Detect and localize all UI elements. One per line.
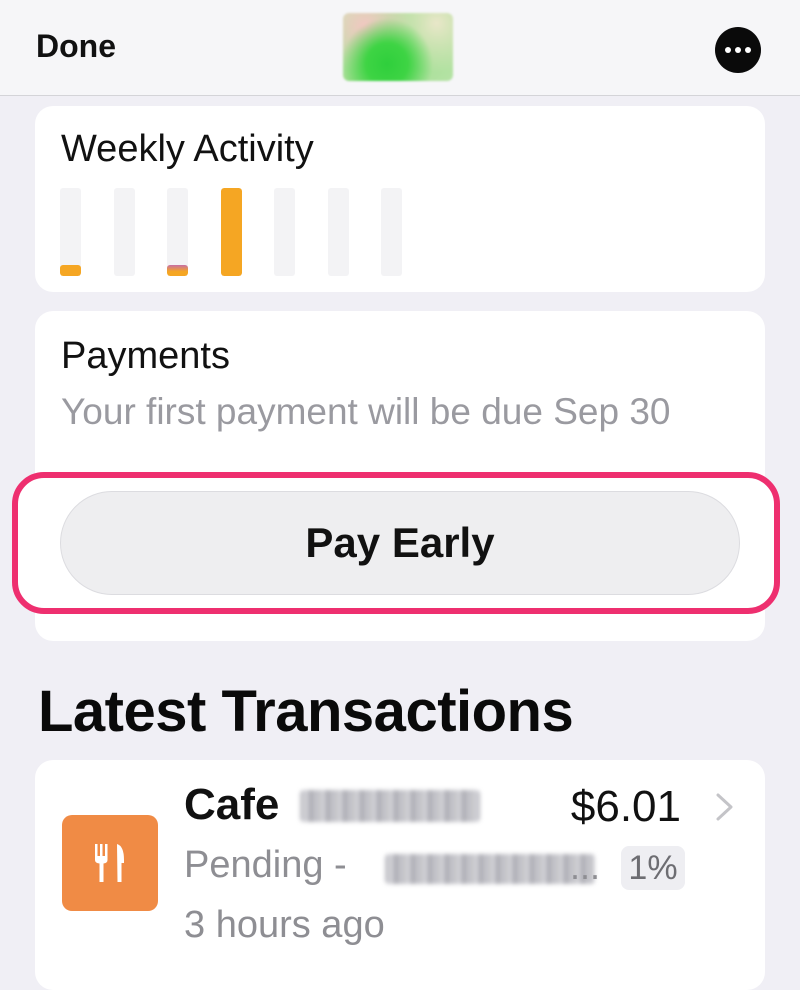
- fork-knife-icon: [62, 815, 158, 911]
- activity-bar-fill: [220, 188, 242, 276]
- weekly-activity-card[interactable]: Weekly Activity: [35, 106, 765, 292]
- more-dot-icon: [745, 47, 751, 53]
- activity-day-bar: [167, 188, 188, 276]
- payments-title: Payments: [61, 335, 230, 377]
- weekly-activity-title: Weekly Activity: [61, 128, 314, 170]
- payments-due-text: Your first payment will be due Sep 30: [61, 391, 671, 432]
- activity-bar-fill: [167, 265, 188, 276]
- redacted-location: [385, 854, 595, 884]
- more-options-button[interactable]: [715, 27, 761, 73]
- activity-day-bar: [60, 188, 81, 276]
- activity-day-bar: [274, 188, 295, 276]
- activity-day-bar: [220, 188, 242, 276]
- activity-day-bar: [381, 188, 402, 276]
- chevron-right-icon: [716, 793, 733, 821]
- activity-day-bar: [113, 188, 135, 276]
- cashback-badge: 1%: [621, 846, 685, 890]
- transaction-time: 3 hours ago: [184, 904, 385, 946]
- transaction-amount: $6.01: [570, 782, 681, 831]
- done-button[interactable]: Done: [36, 28, 116, 65]
- more-dot-icon: [735, 47, 741, 53]
- transaction-status: Pending -: [184, 844, 347, 886]
- card-thumbnail: [343, 13, 453, 81]
- activity-day-bar: [327, 188, 349, 276]
- transaction-merchant-name: Cafe: [184, 780, 280, 829]
- transaction-row[interactable]: Cafe $6.01 Pending - ... 1% 3 hours ago: [35, 760, 765, 990]
- pay-early-button[interactable]: Pay Early: [60, 491, 740, 595]
- more-dot-icon: [725, 47, 731, 53]
- activity-bar-fill: [60, 265, 81, 276]
- latest-transactions-heading: Latest Transactions: [38, 679, 574, 744]
- location-ellipsis: ...: [570, 846, 601, 887]
- redacted-merchant-name: [300, 790, 480, 822]
- navigation-bar: Done: [0, 0, 800, 96]
